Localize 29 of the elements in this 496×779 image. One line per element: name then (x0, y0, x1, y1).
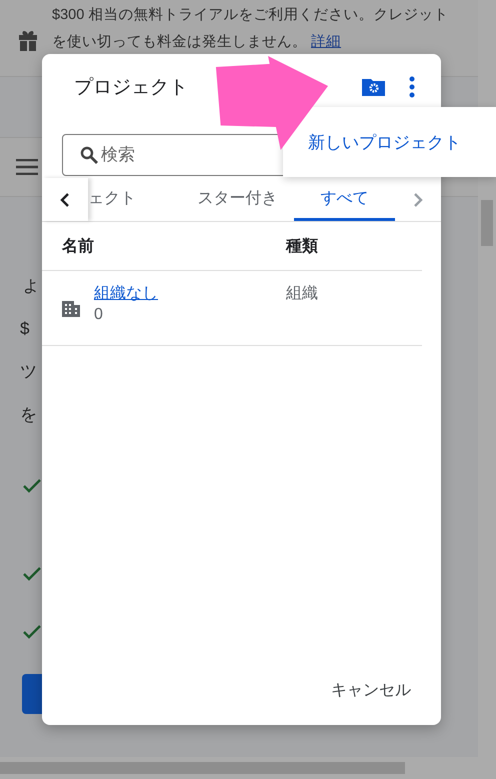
more-icon (409, 76, 415, 98)
type-cell-text: 組織 (286, 284, 319, 304)
check-icon (22, 478, 42, 494)
folder-gear-icon (361, 77, 387, 97)
vertical-scrollbar[interactable] (478, 0, 496, 757)
organization-link[interactable]: 組織なし (94, 283, 158, 304)
search-icon (80, 146, 98, 164)
gift-icon (18, 30, 38, 52)
column-header: 種類 (286, 236, 319, 256)
scroll-left-button[interactable] (42, 178, 88, 221)
dialog-title: プロジェクト (74, 76, 189, 100)
check-icon (22, 624, 42, 640)
heading-fragment: を (20, 404, 37, 426)
chevron-left-icon (60, 192, 70, 208)
tab[interactable]: スター付き (181, 178, 294, 221)
menu-icon[interactable] (16, 159, 38, 175)
cancel-button[interactable]: キャンセル (325, 674, 417, 707)
banner-text: $300 相当の無料トライアルをご利用ください。クレジットを使い切っても料金は発生しません。 詳細 (52, 6, 450, 52)
building-icon (62, 300, 80, 316)
heading-fragment: よ (23, 277, 39, 297)
check-icon (22, 566, 42, 582)
heading-fragment: $ (20, 318, 30, 340)
horizontal-scrollbar[interactable] (0, 757, 496, 779)
column-header: 名前 (62, 236, 95, 256)
details-link[interactable]: 詳細 (311, 34, 342, 50)
heading-fragment: ツ (20, 361, 37, 383)
chevron-right-icon (413, 192, 424, 208)
tab[interactable]: ェクト (88, 178, 182, 221)
project-count: 0 (94, 306, 104, 324)
